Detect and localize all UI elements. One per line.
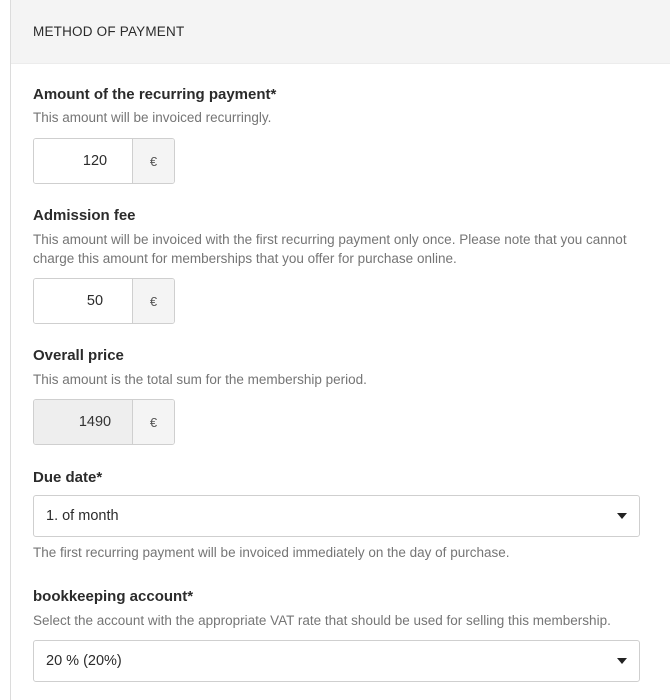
euro-icon: € — [149, 414, 158, 430]
admission-fee-label: Admission fee — [33, 207, 136, 224]
due-date-selected-value: 1. of month — [46, 508, 119, 524]
bookkeeping-selected-value: 20 % (20%) — [46, 653, 122, 669]
euro-icon: € — [149, 153, 158, 169]
bookkeeping-section: bookkeeping account* Select the account … — [33, 588, 641, 630]
euro-icon: € — [149, 293, 158, 309]
due-date-select[interactable]: 1. of month — [33, 495, 640, 537]
admission-fee-help-line2: charge this amount for memberships that … — [33, 251, 457, 266]
admission-currency-addon: € — [133, 279, 174, 323]
overall-price-amount-group: € — [33, 399, 175, 445]
due-date-help: The first recurring payment will be invo… — [33, 545, 510, 560]
admission-fee-amount-group: € — [33, 278, 175, 324]
recurring-payment-input[interactable] — [34, 139, 133, 183]
admission-fee-help-line1: This amount will be invoiced with the fi… — [33, 232, 627, 247]
overall-price-section: Overall price This amount is the total s… — [33, 347, 641, 389]
recurring-payment-amount-group: € — [33, 138, 175, 184]
chevron-down-icon — [617, 513, 627, 519]
recurring-payment-section: Amount of the recurring payment* This am… — [33, 86, 641, 127]
admission-fee-section: Admission fee This amount will be invoic… — [33, 207, 641, 268]
due-date-label: Due date* — [33, 469, 103, 486]
recurring-currency-addon: € — [133, 139, 174, 183]
payment-method-panel: METHOD OF PAYMENT Amount of the recurrin… — [10, 0, 670, 700]
panel-title: METHOD OF PAYMENT — [33, 24, 185, 39]
recurring-payment-label: Amount of the recurring payment* — [33, 86, 277, 103]
panel-header: METHOD OF PAYMENT — [11, 0, 670, 64]
overall-price-input — [34, 400, 133, 444]
bookkeeping-label: bookkeeping account* — [33, 588, 194, 605]
due-date-section: Due date* — [33, 469, 641, 486]
due-date-help-wrap: The first recurring payment will be invo… — [33, 543, 641, 562]
bookkeeping-help: Select the account with the appropriate … — [33, 613, 611, 628]
chevron-down-icon — [617, 658, 627, 664]
overall-currency-addon: € — [133, 400, 174, 444]
overall-price-help: This amount is the total sum for the mem… — [33, 372, 367, 387]
overall-price-label: Overall price — [33, 347, 124, 364]
admission-fee-input[interactable] — [34, 279, 133, 323]
recurring-payment-help: This amount will be invoiced recurringly… — [33, 110, 272, 125]
bookkeeping-account-select[interactable]: 20 % (20%) — [33, 640, 640, 682]
